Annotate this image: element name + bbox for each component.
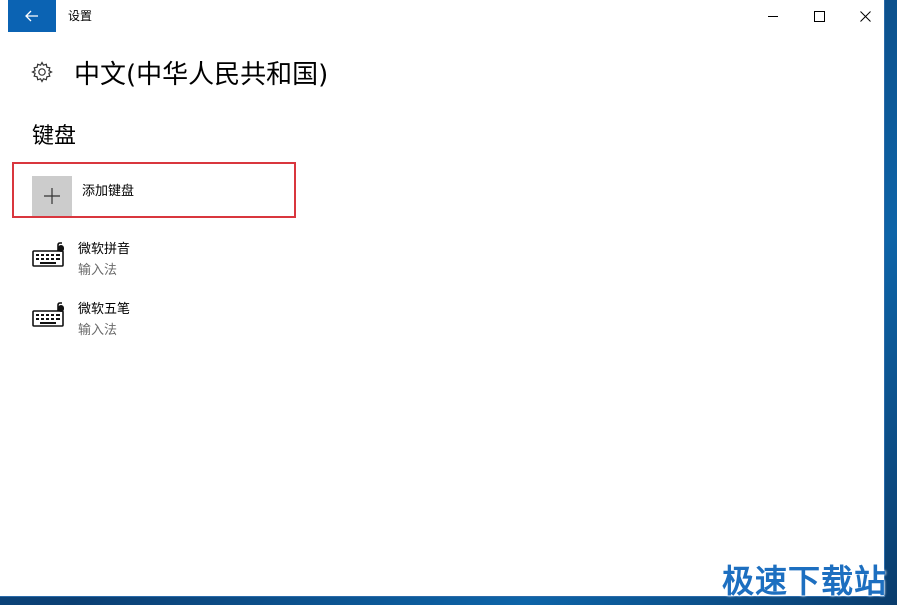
minimize-icon xyxy=(767,15,778,17)
maximize-button[interactable] xyxy=(796,0,842,32)
add-keyboard-button[interactable]: 添加键盘 xyxy=(12,162,296,218)
back-arrow-icon xyxy=(25,10,38,22)
plus-icon xyxy=(44,188,60,204)
minimize-button[interactable] xyxy=(750,0,796,32)
title-bar: 设置 xyxy=(0,0,884,32)
close-button[interactable] xyxy=(842,0,888,32)
ime-name: 微软拼音 xyxy=(78,242,131,257)
desktop-edge xyxy=(885,0,897,605)
add-keyboard-tile xyxy=(32,176,72,216)
window-title: 设置 xyxy=(68,9,93,23)
keyboard-icon xyxy=(32,302,64,327)
close-icon xyxy=(859,10,871,22)
maximize-icon xyxy=(813,10,825,22)
back-button[interactable] xyxy=(8,0,56,32)
watermark-logo: 极速下载站 xyxy=(722,562,888,600)
page-title: 中文(中华人民共和国) xyxy=(74,59,329,90)
list-item-ime-wubi[interactable]: 微软五笔 输入法 xyxy=(32,296,292,340)
ime-subtitle: 输入法 xyxy=(78,263,118,278)
list-item-ime-pinyin[interactable]: 微软拼音 输入法 xyxy=(32,236,292,280)
ime-name: 微软五笔 xyxy=(78,302,131,317)
keyboard-section-title: 键盘 xyxy=(32,124,77,149)
add-keyboard-label: 添加键盘 xyxy=(82,184,135,199)
gear-icon xyxy=(31,61,53,83)
settings-window: 设置 中文(中华人民共和国) 键盘 添加键盘 微软拼音 输入法 微软五笔 输入法 xyxy=(0,0,885,597)
page-header: 中文(中华人民共和国) xyxy=(30,54,328,90)
keyboard-icon xyxy=(32,242,64,267)
ime-subtitle: 输入法 xyxy=(78,323,118,338)
